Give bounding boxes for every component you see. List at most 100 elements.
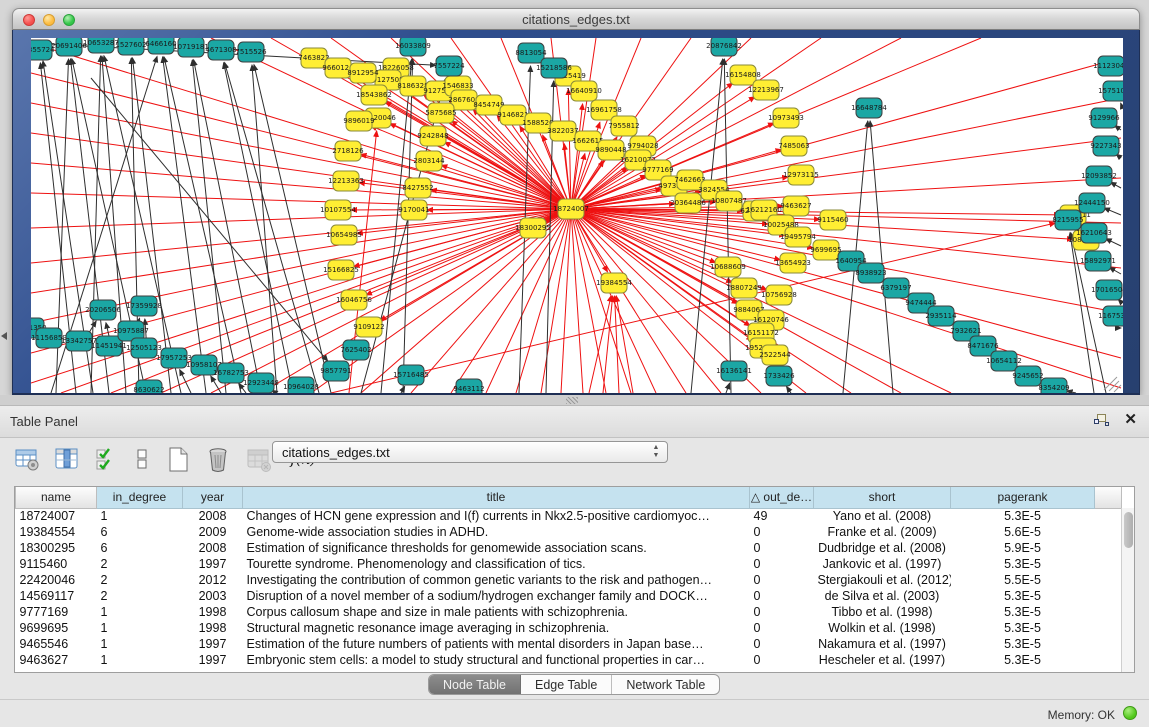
column-header-filler[interactable] [1095,487,1122,508]
table-cell[interactable]: 0 [750,588,814,604]
graph-node[interactable]: 20691406 [51,38,87,56]
select-all-icon[interactable] [95,446,122,473]
table-cell[interactable]: Changes of HCN gene expression and I(f) … [243,508,750,524]
table-cell[interactable]: 5.6E-5 [951,524,1095,540]
table-cell[interactable]: Tibbo et al. (1998) [814,604,951,620]
graph-node[interactable]: 20876842 [706,38,742,56]
table-cell[interactable]: 18724007 [16,508,97,524]
graph-node[interactable]: 5875685 [425,103,456,123]
table-cell[interactable]: Stergiakouli et al. (2012) [814,572,951,588]
table-row[interactable]: 1872400712008Changes of HCN gene express… [16,508,1122,524]
graph-node[interactable]: 10964028 [283,377,319,393]
table-cell[interactable]: 22420046 [16,572,97,588]
graph-node[interactable]: 9463627 [780,196,811,216]
graph-node[interactable]: 9242848 [417,126,448,146]
graph-node[interactable]: 10719181 [173,38,209,57]
column-header-short[interactable]: short [814,487,951,508]
graph-node[interactable]: 12213363 [328,171,364,191]
table-cell[interactable]: 1 [97,620,183,636]
memory-status-indicator[interactable] [1123,706,1137,720]
graph-node[interactable]: 10107554 [320,200,356,220]
table-cell[interactable]: Investigating the contribution of common… [243,572,750,588]
table-cell[interactable] [1095,620,1122,636]
table-cell[interactable]: 18300295 [16,540,97,556]
graph-node[interactable]: 16648784 [851,98,887,118]
table-cell[interactable]: 2 [97,572,183,588]
graph-node[interactable]: 9109122 [353,317,384,337]
graph-node[interactable]: 13654923 [775,253,811,273]
table-cell[interactable]: Franke et al. (2009) [814,524,951,540]
graph-node[interactable]: 7515526 [235,42,267,62]
table-cell[interactable]: 0 [750,540,814,556]
table-cell[interactable]: 2 [97,588,183,604]
table-cell[interactable]: Hescheler et al. (1997) [814,652,951,668]
window-titlebar[interactable]: citations_edges.txt [12,8,1140,30]
table-cell[interactable]: de Silva et al. (2003) [814,588,951,604]
table-cell[interactable]: Genome-wide association studies in ADHD. [243,524,750,540]
table-cell[interactable]: 0 [750,636,814,652]
table-cell[interactable]: 9465546 [16,636,97,652]
table-cell[interactable]: Disruption of a novel member of a sodium… [243,588,750,604]
graph-node[interactable]: 2522544 [759,345,791,365]
graph-node[interactable]: 12923448 [243,373,279,393]
table-row[interactable]: 2242004622012Investigating the contribut… [16,572,1122,588]
table-cell[interactable]: 5.9E-5 [951,540,1095,556]
graph-node[interactable]: 12973115 [783,165,819,185]
table-cell[interactable]: 19384554 [16,524,97,540]
splitter-handle[interactable] [566,397,578,404]
table-cell[interactable]: 49 [750,508,814,524]
table-cell[interactable]: 5.5E-5 [951,572,1095,588]
table-cell[interactable] [1095,652,1122,668]
table-cell[interactable]: Estimation of significance thresholds fo… [243,540,750,556]
graph-node[interactable]: 20364486 [670,193,706,213]
table-cell[interactable]: 1 [97,604,183,620]
table-cell[interactable]: 9115460 [16,556,97,572]
graph-node[interactable]: 9463112 [453,379,484,393]
graph-node[interactable]: 19495794 [780,227,816,247]
table-cell[interactable] [1095,556,1122,572]
graph-node[interactable]: 9170041 [398,200,429,220]
table-row[interactable]: 911546021997Tourette syndrome. Phenomeno… [16,556,1122,572]
graph-node[interactable]: 8912954 [347,63,379,83]
graph-node[interactable]: 10688609 [710,257,746,277]
close-panel-icon[interactable]: ✕ [1124,412,1137,428]
table-cell[interactable]: 9463627 [16,652,97,668]
table-cell[interactable]: 5.3E-5 [951,636,1095,652]
graph-node[interactable]: 18807249 [726,278,762,298]
table-cell[interactable]: 1997 [183,652,243,668]
graph-node[interactable]: 15716485 [393,365,429,385]
graph-node[interactable]: 15166825 [323,260,359,280]
network-canvas[interactable]: 1822605891275088186328912750915468332867… [31,38,1123,393]
table-cell[interactable]: 2009 [183,524,243,540]
graph-node[interactable]: 12093852 [1081,166,1117,186]
tab-network-table[interactable]: Network Table [612,675,719,695]
table-cell[interactable]: 9699695 [16,620,97,636]
table-cell[interactable] [1095,540,1122,556]
column-header-in_degree[interactable]: in_degree [97,487,183,508]
table-cell[interactable]: 1997 [183,636,243,652]
column-header-out_de…[interactable]: △ out_de… [750,487,814,508]
table-cell[interactable]: 1998 [183,604,243,620]
table-cell[interactable] [1095,604,1122,620]
table-cell[interactable]: Jankovic et al. (1997) [814,556,951,572]
graph-node[interactable]: 15218586 [536,58,572,78]
table-row[interactable]: 1938455462009Genome-wide association stu… [16,524,1122,540]
graph-node[interactable]: 9115460 [817,210,848,230]
table-cell[interactable]: Tourette syndrome. Phenomenology and cla… [243,556,750,572]
graph-node[interactable]: 10653287 [83,38,119,53]
graph-node[interactable]: 2718126 [332,141,364,161]
graph-node[interactable]: 8427552 [402,178,433,198]
horizontal-splitter[interactable] [0,395,1149,406]
table-cell[interactable]: 0 [750,620,814,636]
graph-node[interactable]: 2803144 [413,151,445,171]
tab-node-table[interactable]: Node Table [429,675,521,695]
table-cell[interactable]: 2 [97,556,183,572]
column-header-name[interactable]: name [16,487,97,508]
table-cell[interactable]: Embryonic stem cells: a model to study s… [243,652,750,668]
collapsed-panel-arrow[interactable] [1,332,7,340]
table-cell[interactable]: Corpus callosum shape and size in male p… [243,604,750,620]
graph-node[interactable]: 20206506 [85,300,121,320]
table-row[interactable]: 969969511998Structural magnetic resonanc… [16,620,1122,636]
graph-node[interactable]: 8630622 [133,380,164,393]
table-cell[interactable]: 14569117 [16,588,97,604]
